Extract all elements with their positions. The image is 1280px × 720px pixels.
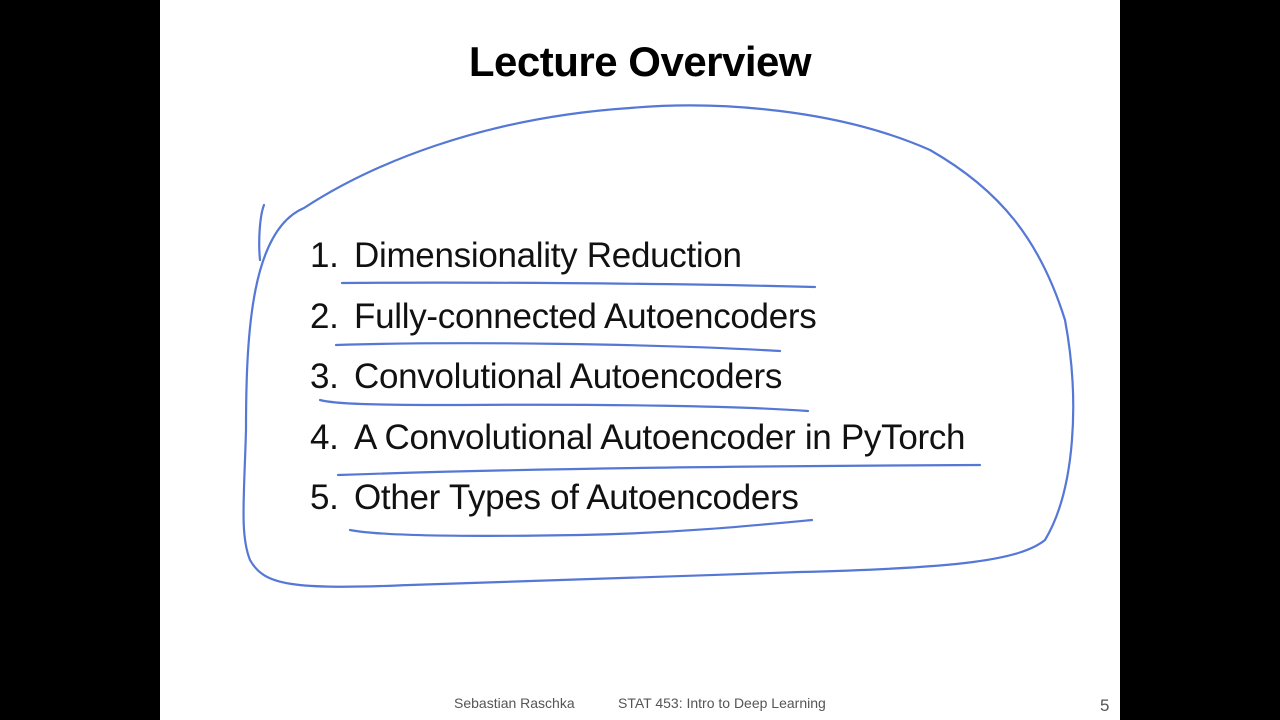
agenda-item-text: Convolutional Autoencoders <box>354 357 783 396</box>
slide-title: Lecture Overview <box>468 38 812 85</box>
agenda-item: 1. Dimensionality Reduction <box>310 236 965 297</box>
slide: Lecture Overview 1. Dimensionality Reduct… <box>160 0 1120 720</box>
agenda-item-number: 1. <box>310 236 339 275</box>
agenda-item: 4. A Convolutional Autoencoder in PyTorch <box>310 417 966 479</box>
agenda-item-number: 2. <box>310 296 339 336</box>
agenda-item: 5. Other Types of Autoencoders <box>310 478 965 539</box>
agenda-item-text: Dimensionality Reduction <box>354 236 742 275</box>
agenda-item-text: Other Types of Autoencoders <box>354 478 799 517</box>
footer-author: Sebastian Raschka <box>454 695 575 711</box>
agenda-list: 1. Dimensionality Reduction 2. Fully-conne… <box>310 236 966 539</box>
agenda-item-text: A Convolutional Autoencoder in PyTorch <box>354 417 966 457</box>
agenda-item: 2. Fully-connected Autoencoders <box>310 297 965 358</box>
footer-course: STAT 453: Intro to Deep Learning <box>618 695 826 711</box>
agenda-item: 3. Convolutional Autoencoders <box>310 357 965 418</box>
page-number: 5 <box>1100 696 1110 715</box>
agenda-item-number: 5. <box>310 478 339 517</box>
agenda-item-number: 3. <box>310 357 339 396</box>
agenda-item-text: Fully-connected Autoencoders <box>354 296 817 336</box>
ink-stroke-left <box>258 203 266 262</box>
agenda-item-number: 4. <box>310 417 339 457</box>
